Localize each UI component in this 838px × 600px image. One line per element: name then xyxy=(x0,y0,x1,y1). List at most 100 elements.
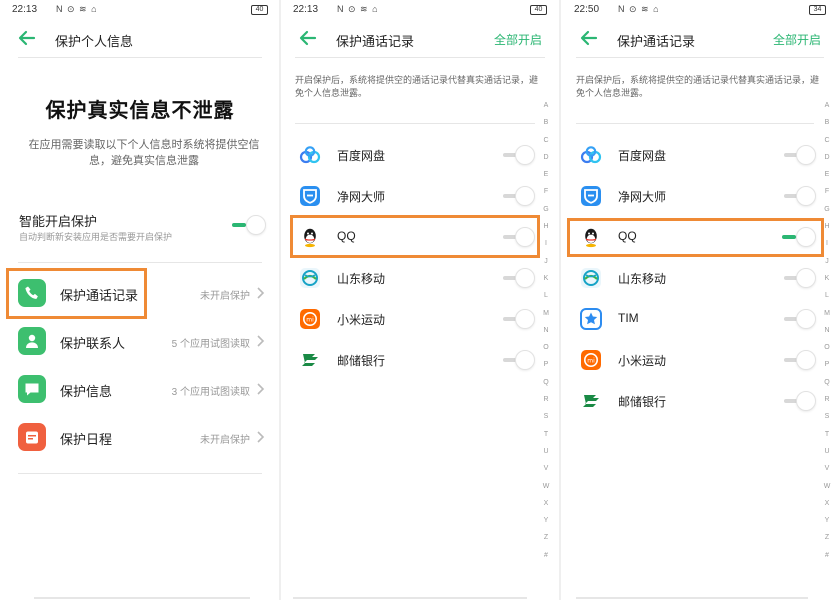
protect-toggle[interactable] xyxy=(782,350,816,370)
alphabet-letter[interactable]: J xyxy=(540,253,552,270)
protect-toggle[interactable] xyxy=(782,391,816,411)
alphabet-letter[interactable]: L xyxy=(540,287,552,304)
alphabet-letter[interactable]: R xyxy=(540,391,552,408)
app-row[interactable]: 山东移动 xyxy=(281,257,541,298)
alphabet-letter[interactable]: D xyxy=(821,149,833,166)
alphabet-letter[interactable]: B xyxy=(821,114,833,131)
alphabet-letter[interactable]: O xyxy=(821,339,833,356)
alphabet-letter[interactable]: P xyxy=(821,356,833,373)
alphabet-index[interactable]: A B C D E F G H I J K L M N O P Q R S T U V W X Y Z # xyxy=(821,97,833,564)
alphabet-letter[interactable]: D xyxy=(540,149,552,166)
enable-all-button[interactable]: 全部开启 xyxy=(773,31,821,48)
app-row[interactable]: 净网大师 xyxy=(562,175,822,216)
protect-toggle[interactable] xyxy=(501,227,535,247)
alphabet-letter[interactable]: H xyxy=(540,218,552,235)
alphabet-letter[interactable]: L xyxy=(821,287,833,304)
alphabet-letter[interactable]: V xyxy=(821,460,833,477)
app-row[interactable]: mi 小米运动 xyxy=(281,298,541,339)
alphabet-letter[interactable]: U xyxy=(821,443,833,460)
app-row[interactable]: TIM xyxy=(562,298,822,339)
menu-item-status: 5 个应用试图读取 xyxy=(171,339,250,350)
alphabet-letter[interactable]: N xyxy=(821,322,833,339)
alphabet-letter[interactable]: G xyxy=(821,201,833,218)
protect-toggle[interactable] xyxy=(501,350,535,370)
alphabet-letter[interactable]: T xyxy=(540,426,552,443)
smart-protect-toggle[interactable] xyxy=(232,215,266,235)
alphabet-letter[interactable]: O xyxy=(540,339,552,356)
alphabet-letter[interactable]: G xyxy=(540,201,552,218)
alphabet-letter[interactable]: C xyxy=(821,132,833,149)
alphabet-letter[interactable]: H xyxy=(821,218,833,235)
alphabet-letter[interactable]: F xyxy=(821,183,833,200)
protect-toggle[interactable] xyxy=(501,309,535,329)
alphabet-letter[interactable]: R xyxy=(821,391,833,408)
battery-icon: 40 xyxy=(530,5,547,15)
alphabet-letter[interactable]: T xyxy=(821,426,833,443)
app-row[interactable]: 百度网盘 xyxy=(281,134,541,175)
alphabet-letter[interactable]: Q xyxy=(821,374,833,391)
app-row[interactable]: mi 小米运动 xyxy=(562,339,822,380)
hint-text: 开启保护后，系统将提供空的通话记录代替真实通话记录，避免个人信息泄露。 xyxy=(576,75,820,98)
alphabet-letter[interactable]: V xyxy=(540,460,552,477)
alphabet-letter[interactable]: P xyxy=(540,356,552,373)
alphabet-letter[interactable]: Z xyxy=(821,529,833,546)
app-row[interactable]: 净网大师 xyxy=(281,175,541,216)
protect-toggle[interactable] xyxy=(501,145,535,165)
alphabet-letter[interactable]: F xyxy=(540,183,552,200)
alphabet-letter[interactable]: W xyxy=(540,478,552,495)
alphabet-letter[interactable]: S xyxy=(821,408,833,425)
app-row[interactable]: QQ xyxy=(281,216,541,257)
alphabet-letter[interactable]: Y xyxy=(821,512,833,529)
menu-item[interactable]: 保护联系人 5 个应用试图读取 xyxy=(0,319,280,363)
menu-item[interactable]: 保护日程 未开启保护 xyxy=(0,415,280,459)
alphabet-letter[interactable]: U xyxy=(540,443,552,460)
app-label: 净网大师 xyxy=(337,190,386,204)
alphabet-letter[interactable]: J xyxy=(821,253,833,270)
protect-toggle[interactable] xyxy=(501,268,535,288)
alphabet-letter[interactable]: S xyxy=(540,408,552,425)
alphabet-letter[interactable]: W xyxy=(821,478,833,495)
alphabet-letter[interactable]: # xyxy=(821,547,833,564)
menu-item[interactable]: 保护通话记录 未开启保护 xyxy=(0,271,280,315)
back-arrow-icon[interactable] xyxy=(580,28,598,48)
status-bar: 22:13 N ⊙ ≋ ⌂ 40 xyxy=(293,4,547,18)
enable-all-button[interactable]: 全部开启 xyxy=(494,31,542,48)
alphabet-letter[interactable]: N xyxy=(540,322,552,339)
alphabet-letter[interactable]: X xyxy=(540,495,552,512)
alphabet-letter[interactable]: I xyxy=(821,235,833,252)
alphabet-letter[interactable]: C xyxy=(540,132,552,149)
app-label: 邮储银行 xyxy=(618,395,667,409)
alphabet-letter[interactable]: M xyxy=(821,305,833,322)
app-row[interactable]: 百度网盘 xyxy=(562,134,822,175)
alphabet-letter[interactable]: E xyxy=(540,166,552,183)
protect-toggle[interactable] xyxy=(782,309,816,329)
app-row[interactable]: 山东移动 xyxy=(562,257,822,298)
menu-item[interactable]: 保护信息 3 个应用试图读取 xyxy=(0,367,280,411)
alphabet-letter[interactable]: B xyxy=(540,114,552,131)
alphabet-letter[interactable]: K xyxy=(540,270,552,287)
xiaomi-sport-icon: mi xyxy=(299,308,321,330)
back-arrow-icon[interactable] xyxy=(299,28,317,48)
alphabet-letter[interactable]: # xyxy=(540,547,552,564)
alphabet-letter[interactable]: A xyxy=(540,97,552,114)
app-row[interactable]: 邮储银行 xyxy=(562,380,822,421)
protect-toggle[interactable] xyxy=(782,268,816,288)
alphabet-letter[interactable]: M xyxy=(540,305,552,322)
back-arrow-icon[interactable] xyxy=(18,28,36,48)
alphabet-letter[interactable]: K xyxy=(821,270,833,287)
alphabet-letter[interactable]: X xyxy=(821,495,833,512)
app-row[interactable]: QQ xyxy=(562,216,822,257)
protect-toggle[interactable] xyxy=(501,186,535,206)
app-row[interactable]: 邮储银行 xyxy=(281,339,541,380)
alphabet-letter[interactable]: Y xyxy=(540,512,552,529)
chevron-right-icon xyxy=(256,382,266,396)
protect-toggle[interactable] xyxy=(782,145,816,165)
alphabet-letter[interactable]: Z xyxy=(540,529,552,546)
alphabet-letter[interactable]: A xyxy=(821,97,833,114)
protect-toggle[interactable] xyxy=(782,227,816,247)
alphabet-letter[interactable]: Q xyxy=(540,374,552,391)
alphabet-letter[interactable]: I xyxy=(540,235,552,252)
alphabet-letter[interactable]: E xyxy=(821,166,833,183)
alphabet-index[interactable]: A B C D E F G H I J K L M N O P Q R S T U V W X Y Z # xyxy=(540,97,552,564)
protect-toggle[interactable] xyxy=(782,186,816,206)
